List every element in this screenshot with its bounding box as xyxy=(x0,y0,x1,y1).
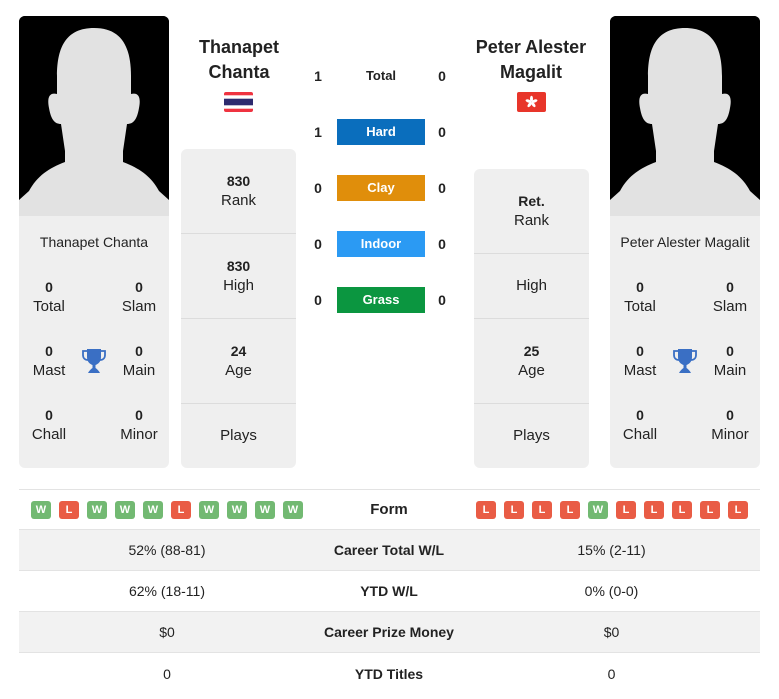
titles-grid-left: 0 Total 0 Slam 0 Mast 0 Main 0 Chall 0 Minor xyxy=(19,278,169,470)
form-badge-loss[interactable]: L xyxy=(59,501,79,519)
form-badge-win[interactable]: W xyxy=(588,501,608,519)
player-heading-left[interactable]: Thanapet Chanta xyxy=(164,35,314,85)
surface-label-total: Total xyxy=(365,68,397,83)
form-badge-loss[interactable]: L xyxy=(728,501,748,519)
surface-badge-grass[interactable]: Grass xyxy=(337,287,425,313)
trophy-icon xyxy=(82,349,106,373)
form-badge-loss[interactable]: L xyxy=(171,501,191,519)
titles-slam: 0 Slam xyxy=(121,279,157,315)
comparison-table: 52% (88-81) Career Total W/L 15% (2-11) … xyxy=(19,530,760,694)
form-badge-loss[interactable]: L xyxy=(532,501,552,519)
surface-badge-indoor[interactable]: Indoor xyxy=(337,231,425,257)
table-row-ytd-wl: 62% (18-11) YTD W/L 0% (0-0) xyxy=(19,571,760,612)
stat-rank-left: 830 Rank xyxy=(181,149,296,234)
titles-total: 0 Total xyxy=(33,279,65,315)
titles-minor: 0 Minor xyxy=(711,407,749,443)
player-photo-right xyxy=(610,16,760,216)
stat-rank-right: Ret. Rank xyxy=(474,169,589,254)
stats-card-left: 830 Rank 830 High 24 Age Plays xyxy=(181,149,296,468)
form-badges-left: W L W W W L W W W W xyxy=(31,501,303,519)
h2h-row-hard: 1 Hard 0 xyxy=(305,119,455,145)
h2h-row-grass: 0 Grass 0 xyxy=(305,287,455,313)
stat-high-right: High xyxy=(474,254,589,319)
titles-main: 0 Main xyxy=(122,343,156,379)
titles-grid-right: 0 Total 0 Slam 0 Mast 0 Main 0 Chall 0 Minor xyxy=(610,278,760,470)
table-row-prize-money: $0 Career Prize Money $0 xyxy=(19,612,760,653)
form-badge-win[interactable]: W xyxy=(143,501,163,519)
player-info-card-left: Thanapet Chanta 0 Total 0 Slam 0 Mast 0 Main… xyxy=(19,216,169,468)
titles-main: 0 Main xyxy=(713,343,747,379)
titles-chall: 0 Chall xyxy=(31,407,67,443)
player-photo-left xyxy=(19,16,169,216)
form-badge-loss[interactable]: L xyxy=(616,501,636,519)
avatar-silhouette-icon xyxy=(610,16,760,216)
form-badge-win[interactable]: W xyxy=(31,501,51,519)
form-badge-win[interactable]: W xyxy=(283,501,303,519)
thailand-flag-icon xyxy=(224,92,253,112)
form-badge-loss[interactable]: L xyxy=(672,501,692,519)
trophy-icon xyxy=(673,349,697,373)
form-badge-win[interactable]: W xyxy=(87,501,107,519)
titles-chall: 0 Chall xyxy=(622,407,658,443)
player-info-card-right: Peter Alester Magalit 0 Total 0 Slam 0 Mast… xyxy=(610,216,760,468)
h2h-row-clay: 0 Clay 0 xyxy=(305,175,455,201)
form-badge-loss[interactable]: L xyxy=(644,501,664,519)
stat-plays-left: Plays xyxy=(220,427,257,444)
stat-high-left: 830 High xyxy=(181,234,296,319)
titles-slam: 0 Slam xyxy=(712,279,748,315)
player-name-right: Peter Alester Magalit xyxy=(620,234,750,250)
form-badge-win[interactable]: W xyxy=(227,501,247,519)
h2h-row-indoor: 0 Indoor 0 xyxy=(305,231,455,257)
hong-kong-flag-icon xyxy=(517,92,546,112)
form-row: W L W W W L W W W W Form L L L L W L L L… xyxy=(19,489,760,530)
stat-plays-right: Plays xyxy=(513,427,550,444)
surface-badge-clay[interactable]: Clay xyxy=(337,175,425,201)
table-row-ytd-titles: 0 YTD Titles 0 xyxy=(163,665,616,682)
form-badge-win[interactable]: W xyxy=(199,501,219,519)
form-badge-loss[interactable]: L xyxy=(700,501,720,519)
stat-age-left: 24 Age xyxy=(181,319,296,404)
avatar-silhouette-icon xyxy=(19,16,169,216)
stats-card-right: Ret. Rank High 25 Age Plays xyxy=(474,169,589,468)
form-badge-loss[interactable]: L xyxy=(560,501,580,519)
surface-badge-hard[interactable]: Hard xyxy=(337,119,425,145)
form-badge-win[interactable]: W xyxy=(255,501,275,519)
form-badge-loss[interactable]: L xyxy=(504,501,524,519)
table-row-career-wl: 52% (88-81) Career Total W/L 15% (2-11) xyxy=(19,530,760,571)
player-heading-right[interactable]: Peter Alester Magalit xyxy=(456,35,606,85)
form-badge-win[interactable]: W xyxy=(115,501,135,519)
form-badge-loss[interactable]: L xyxy=(476,501,496,519)
h2h-row-total: 1 Total 0 xyxy=(305,63,455,89)
titles-mast: 0 Mast xyxy=(623,343,657,379)
titles-minor: 0 Minor xyxy=(120,407,158,443)
form-badges-right: L L L L W L L L L L xyxy=(476,501,748,519)
titles-total: 0 Total xyxy=(624,279,656,315)
form-label: Form xyxy=(370,501,408,518)
stat-age-right: 25 Age xyxy=(474,319,589,404)
titles-mast: 0 Mast xyxy=(32,343,66,379)
player-name-left: Thanapet Chanta xyxy=(39,234,149,250)
